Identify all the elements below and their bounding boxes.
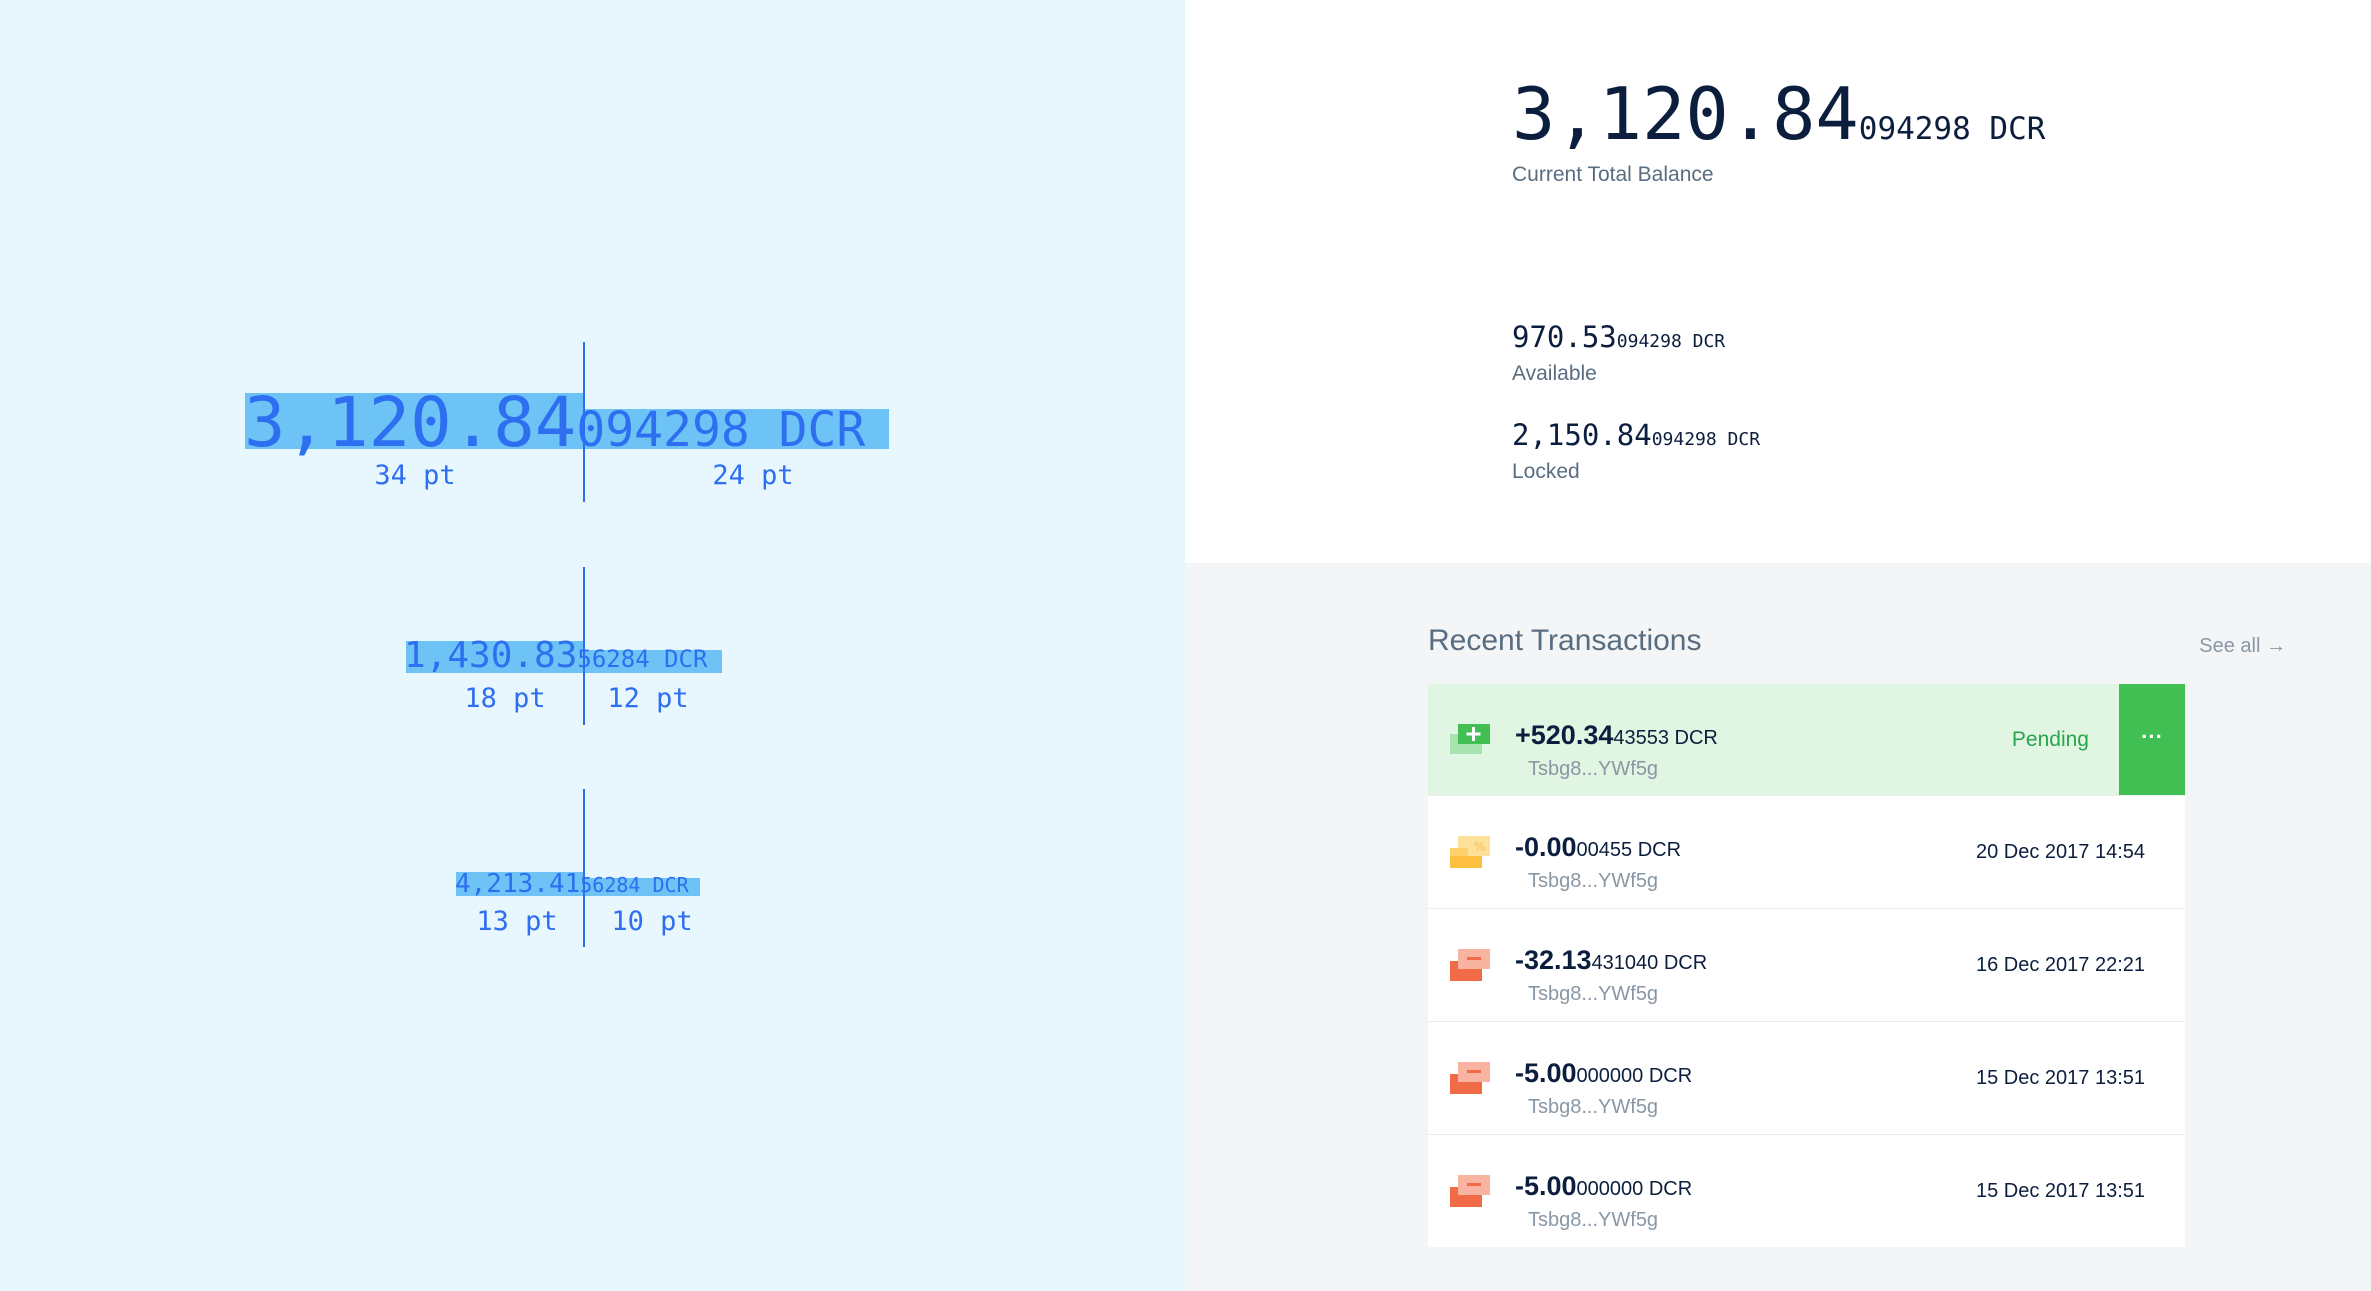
- amount-decimals: 43553 DCR: [1613, 727, 1718, 749]
- amount-decimals: 000000 DCR: [1576, 1178, 1693, 1200]
- amount-integer: +520.34: [1515, 720, 1614, 750]
- transaction-amount: -5.00000000 DCR: [1515, 1171, 1692, 1202]
- spec-size-int-medium: 18 pt: [464, 683, 546, 714]
- spec-decimals-large: 094298 DCR: [576, 402, 866, 458]
- amount-decimals: 000000 DCR: [1576, 1065, 1693, 1087]
- locked-balance: 2,150.84094298 DCR: [1512, 418, 1760, 452]
- transaction-address: Tsbg8...YWf5g: [1528, 758, 1659, 780]
- transaction-address: Tsbg8...YWf5g: [1528, 870, 1659, 892]
- transactions-list: +520.3443553 DCR Tsbg8...YWf5g Pending ·…: [1428, 684, 2185, 1247]
- see-all-link[interactable]: See all →: [2099, 635, 2286, 658]
- spec-amount-small: 4,213.4156284 DCR: [455, 869, 689, 899]
- transaction-address: Tsbg8...YWf5g: [1528, 983, 1659, 1005]
- spec-decimals-medium: 56284 DCR: [577, 645, 708, 673]
- spec-decimals-small: 56284 DCR: [580, 873, 689, 897]
- total-balance-integer: 3,120.84: [1512, 72, 1859, 156]
- transaction-row[interactable]: -5.00000000 DCR Tsbg8...YWf5g 15 Dec 201…: [1428, 1135, 2185, 1247]
- available-balance: 970.53094298 DCR: [1512, 320, 1725, 354]
- transaction-address: Tsbg8...YWf5g: [1528, 1209, 1659, 1231]
- transaction-amount: -32.13431040 DCR: [1515, 945, 1707, 976]
- amount-integer: -5.00: [1515, 1171, 1577, 1201]
- svg-text:%: %: [1474, 840, 1485, 854]
- total-balance-label: Current Total Balance: [1512, 163, 1714, 186]
- typography-spec-panel: 3,120.84094298 DCR 34 pt 24 pt 1,430.835…: [0, 0, 1185, 1291]
- send-icon: [1450, 949, 1490, 981]
- locked-integer: 2,150.84: [1512, 418, 1652, 452]
- spec-integer-small: 4,213.41: [455, 869, 581, 899]
- locked-decimals: 094298 DCR: [1651, 429, 1761, 450]
- amount-integer: -32.13: [1515, 945, 1592, 975]
- status-pending: Pending: [2011, 728, 2089, 751]
- amount-integer: -0.00: [1515, 832, 1577, 862]
- spec-integer-medium: 1,430.83: [404, 635, 578, 676]
- spec-amount-medium: 1,430.8356284 DCR: [404, 635, 707, 676]
- transaction-date: 15 Dec 2017 13:51: [1975, 1067, 2145, 1089]
- available-decimals: 094298 DCR: [1616, 331, 1726, 352]
- spec-size-dec-medium: 12 pt: [607, 683, 689, 714]
- spec-size-dec-large: 24 pt: [712, 460, 794, 491]
- available-label: Available: [1512, 362, 1597, 385]
- spec-size-int-large: 34 pt: [374, 460, 456, 491]
- balance-panel: 3,120.84094298 DCR Current Total Balance…: [1185, 0, 2371, 563]
- total-balance: 3,120.84094298 DCR: [1512, 72, 2045, 156]
- recent-transactions-title: Recent Transactions: [1428, 624, 1702, 657]
- ticket-fee-icon: %: [1450, 836, 1490, 868]
- spec-size-dec-small: 10 pt: [611, 906, 693, 937]
- amount-decimals: 00455 DCR: [1576, 839, 1682, 861]
- send-icon: [1450, 1175, 1490, 1207]
- spec-amount-large: 3,120.84094298 DCR: [244, 383, 865, 463]
- transaction-row[interactable]: % -0.0000455 DCR Tsbg8...YWf5g 20 Dec 20…: [1428, 796, 2185, 909]
- more-options-button[interactable]: ···: [2119, 684, 2185, 795]
- transaction-row[interactable]: -5.00000000 DCR Tsbg8...YWf5g 15 Dec 201…: [1428, 1022, 2185, 1135]
- spec-size-int-small: 13 pt: [476, 906, 558, 937]
- locked-label: Locked: [1512, 460, 1580, 483]
- transaction-amount: -0.0000455 DCR: [1515, 832, 1681, 863]
- wallet-overview: 3,120.84094298 DCR Current Total Balance…: [1185, 0, 2371, 1291]
- total-balance-decimals: 094298 DCR: [1858, 111, 2046, 147]
- available-integer: 970.53: [1512, 320, 1617, 354]
- transaction-date: 20 Dec 2017 14:54: [1975, 841, 2145, 863]
- spec-integer-large: 3,120.84: [244, 383, 577, 463]
- amount-decimals: 431040 DCR: [1591, 952, 1708, 974]
- transaction-row[interactable]: +520.3443553 DCR Tsbg8...YWf5g Pending ·…: [1428, 684, 2185, 796]
- receive-icon: [1450, 724, 1490, 754]
- transaction-date: 16 Dec 2017 22:21: [1975, 954, 2145, 976]
- transaction-row[interactable]: -32.13431040 DCR Tsbg8...YWf5g 16 Dec 20…: [1428, 909, 2185, 1022]
- transaction-amount: -5.00000000 DCR: [1515, 1058, 1692, 1089]
- transaction-amount: +520.3443553 DCR: [1515, 720, 1718, 751]
- transaction-address: Tsbg8...YWf5g: [1528, 1096, 1659, 1118]
- amount-integer: -5.00: [1515, 1058, 1577, 1088]
- transaction-date: 15 Dec 2017 13:51: [1975, 1180, 2145, 1202]
- send-icon: [1450, 1062, 1490, 1094]
